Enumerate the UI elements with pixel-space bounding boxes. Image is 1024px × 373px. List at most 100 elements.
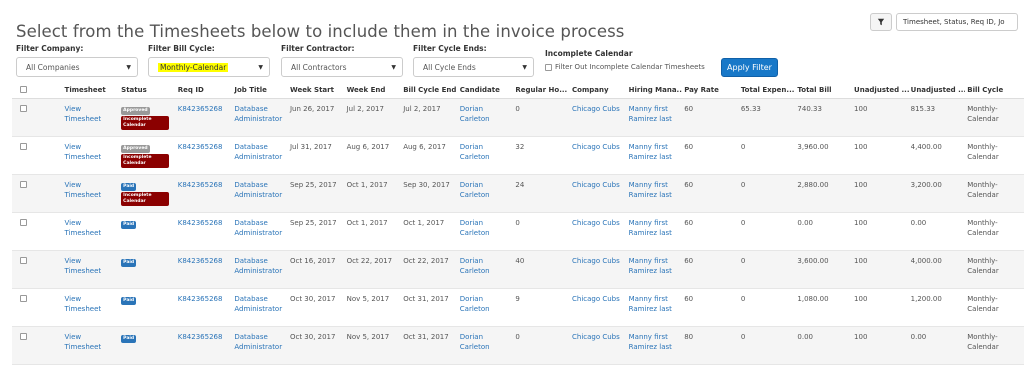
column-header[interactable]: Week Start (287, 82, 345, 99)
column-header[interactable]: Timesheet (62, 82, 120, 99)
column-header[interactable]: Company (570, 82, 627, 99)
job-title-link[interactable]: Database Administrator (234, 295, 282, 313)
candidate-link[interactable]: Dorian Carleton (460, 257, 490, 275)
candidate-link-cell: Dorian Carleton (457, 212, 514, 251)
hiring-manager-link[interactable]: Manny first Ramirez last (629, 257, 672, 275)
row-checkbox-cell[interactable] (12, 288, 63, 327)
req-id-link[interactable]: K842365268 (178, 295, 223, 303)
column-header[interactable]: Status (119, 82, 176, 99)
hiring-manager-link[interactable]: Manny first Ramirez last (629, 181, 672, 199)
column-header[interactable]: Candidate (457, 82, 514, 99)
hiring-manager-link[interactable]: Manny first Ramirez last (629, 219, 672, 237)
column-header[interactable]: Total Bill (795, 82, 853, 99)
filter-incomplete-option[interactable]: Filter Out Incomplete Calendar Timesheet… (545, 63, 705, 71)
bill-cycle: Monthly-Calendar (965, 326, 1024, 365)
view-timesheet-link[interactable]: View Timesheet (65, 333, 102, 351)
job-title-link[interactable]: Database Administrator (234, 219, 282, 237)
filter-bill-cycle-select[interactable]: Monthly-Calendar ▼ (148, 57, 270, 77)
apply-filter-button[interactable]: Apply Filter (721, 58, 778, 77)
column-header[interactable]: Regular Ho... (513, 82, 570, 99)
column-filter-button[interactable] (870, 13, 892, 31)
status-cell: Paid (119, 250, 176, 289)
job-title-link[interactable]: Database Administrator (234, 257, 282, 275)
total-bill: 740.33 (795, 98, 853, 137)
filter-contractor-select[interactable]: All Contractors ▼ (281, 57, 403, 77)
row-checkbox[interactable] (20, 332, 27, 340)
column-header[interactable]: Unadjusted ... (852, 82, 909, 99)
job-title-link[interactable]: Database Administrator (234, 105, 282, 123)
column-header[interactable]: Bill Cycle (965, 82, 1024, 99)
row-checkbox-cell[interactable] (12, 174, 63, 213)
company-link[interactable]: Chicago Cubs (572, 295, 620, 303)
candidate-link[interactable]: Dorian Carleton (460, 181, 490, 199)
column-header[interactable]: Total Expen... (738, 82, 796, 99)
status-badge: Approved (121, 144, 150, 153)
unadjusted-rate: 100 (852, 288, 909, 327)
candidate-link[interactable]: Dorian Carleton (460, 105, 490, 123)
status-cell: Paid (119, 288, 176, 327)
select-all-checkbox[interactable] (20, 85, 27, 93)
hiring-manager-link-cell: Manny first Ramirez last (626, 288, 683, 327)
select-all-checkbox-cell[interactable] (12, 82, 63, 99)
row-checkbox[interactable] (20, 180, 27, 188)
filter-incomplete-checkbox[interactable] (545, 63, 552, 71)
column-header[interactable]: Req ID (175, 82, 233, 99)
req-id-link[interactable]: K842365268 (178, 181, 223, 189)
view-timesheet-link[interactable]: View Timesheet (65, 143, 102, 161)
row-checkbox[interactable] (20, 294, 27, 302)
company-link[interactable]: Chicago Cubs (572, 105, 620, 113)
hiring-manager-link[interactable]: Manny first Ramirez last (629, 295, 672, 313)
row-checkbox-cell[interactable] (12, 136, 63, 175)
row-checkbox[interactable] (20, 218, 27, 226)
company-link[interactable]: Chicago Cubs (572, 257, 620, 265)
req-id-link[interactable]: K842365268 (178, 143, 223, 151)
view-timesheet-link[interactable]: View Timesheet (65, 181, 102, 199)
company-link[interactable]: Chicago Cubs (572, 181, 620, 189)
row-checkbox[interactable] (20, 256, 27, 264)
hiring-manager-link[interactable]: Manny first Ramirez last (629, 143, 672, 161)
view-timesheet-link[interactable]: View Timesheet (65, 105, 102, 123)
column-header[interactable]: Bill Cycle End (401, 82, 458, 99)
column-header[interactable]: Pay Rate (682, 82, 739, 99)
unadjusted-total: 0.00 (908, 212, 966, 251)
row-checkbox-cell[interactable] (12, 250, 63, 289)
column-header[interactable]: Week End (344, 82, 402, 99)
view-timesheet-link[interactable]: View Timesheet (65, 257, 102, 275)
req-id-link[interactable]: K842365268 (178, 333, 223, 341)
hiring-manager-link[interactable]: Manny first Ramirez last (629, 105, 672, 123)
company-link[interactable]: Chicago Cubs (572, 219, 620, 227)
column-header[interactable]: Unadjusted ... (908, 82, 966, 99)
row-checkbox-cell[interactable] (12, 326, 63, 365)
view-timesheet-link-cell: View Timesheet (62, 326, 120, 365)
filter-company-select[interactable]: All Companies ▼ (16, 57, 138, 77)
job-title-link[interactable]: Database Administrator (234, 181, 282, 199)
company-link[interactable]: Chicago Cubs (572, 143, 620, 151)
row-checkbox[interactable] (20, 104, 27, 112)
view-timesheet-link[interactable]: View Timesheet (65, 295, 102, 313)
column-header[interactable]: Hiring Mana... (626, 82, 683, 99)
row-checkbox[interactable] (20, 142, 27, 150)
regular-hours: 24 (513, 174, 570, 213)
job-title-link[interactable]: Database Administrator (234, 143, 282, 161)
req-id-link[interactable]: K842365268 (178, 219, 223, 227)
row-checkbox-cell[interactable] (12, 212, 63, 251)
candidate-link[interactable]: Dorian Carleton (460, 143, 490, 161)
job-title-link[interactable]: Database Administrator (234, 333, 282, 351)
candidate-link[interactable]: Dorian Carleton (460, 295, 490, 313)
week-end: Aug 6, 2017 (344, 136, 402, 175)
columns-select[interactable]: Timesheet, Status, Req ID, Jo (896, 13, 1018, 31)
view-timesheet-link[interactable]: View Timesheet (65, 219, 102, 237)
candidate-link[interactable]: Dorian Carleton (460, 219, 490, 237)
chevron-down-icon: ▼ (126, 64, 131, 71)
hiring-manager-link[interactable]: Manny first Ramirez last (629, 333, 672, 351)
chevron-down-icon: ▼ (258, 64, 263, 71)
row-checkbox-cell[interactable] (12, 98, 63, 137)
req-id-link[interactable]: K842365268 (178, 257, 223, 265)
candidate-link[interactable]: Dorian Carleton (460, 333, 490, 351)
req-id-link[interactable]: K842365268 (178, 105, 223, 113)
column-header[interactable]: Job Title (232, 82, 288, 99)
filter-contractor-value: All Contractors (291, 63, 347, 72)
company-link[interactable]: Chicago Cubs (572, 333, 620, 341)
incomplete-calendar-badge: Incomplete Calendar (121, 115, 170, 130)
filter-cycle-ends-select[interactable]: All Cycle Ends ▼ (413, 57, 534, 77)
